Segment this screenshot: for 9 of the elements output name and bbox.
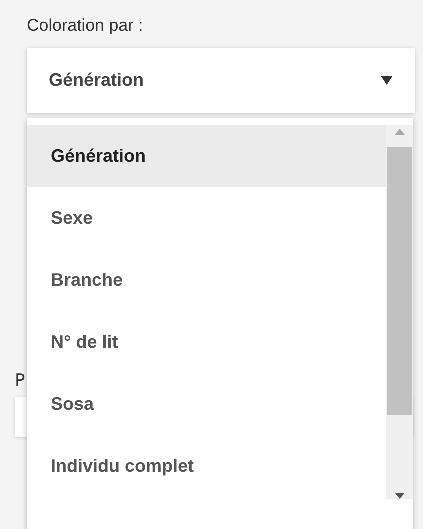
field-label: Coloration par : [27,15,144,37]
coloring-select[interactable]: Génération [27,48,415,113]
scrollbar-thumb[interactable] [387,147,412,415]
scroll-up-icon[interactable] [394,129,404,135]
dropdown-option[interactable]: Génération [27,125,386,187]
caret-icon [381,76,393,85]
scrollbar[interactable] [386,125,413,499]
scroll-down-icon[interactable] [394,493,404,499]
field-label: P [15,371,26,393]
